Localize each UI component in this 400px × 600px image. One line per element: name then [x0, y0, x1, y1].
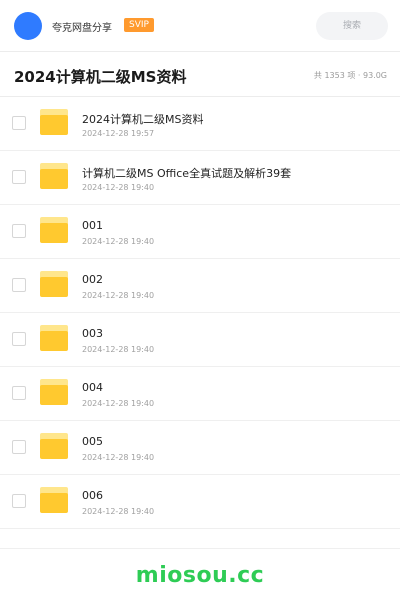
list-item[interactable]: 002 2024-12-28 19:40	[0, 259, 400, 313]
top-bar: 夸克网盘分享 SVIP 搜索	[0, 0, 400, 52]
select-checkbox[interactable]	[12, 494, 26, 508]
file-name[interactable]: 005	[82, 435, 103, 448]
select-checkbox[interactable]	[12, 224, 26, 238]
file-date: 2024-12-28 19:40	[82, 507, 155, 516]
folder-icon	[40, 433, 68, 459]
file-name[interactable]: 2024计算机二级MS资料	[82, 111, 203, 127]
folder-icon	[40, 325, 68, 351]
folder-meta: 共 1353 项 · 93.0G	[313, 71, 387, 80]
select-checkbox[interactable]	[12, 440, 26, 454]
folder-icon	[40, 271, 68, 297]
file-name[interactable]: 计算机二级MS Office全真试题及解析39套	[82, 165, 291, 181]
list-item[interactable]: 计算机二级MS Office全真试题及解析39套 2024-12-28 19:4…	[0, 151, 400, 205]
list-item[interactable]: 006 2024-12-28 19:40	[0, 475, 400, 529]
folder-icon	[40, 379, 68, 405]
svip-badge: SVIP	[124, 18, 154, 32]
list-item[interactable]: 005 2024-12-28 19:40	[0, 421, 400, 475]
file-name[interactable]: 002	[82, 273, 103, 286]
select-checkbox[interactable]	[12, 386, 26, 400]
file-name[interactable]: 004	[82, 381, 103, 394]
file-name[interactable]: 003	[82, 327, 103, 340]
footer: miosou.cc	[0, 548, 400, 600]
file-date: 2024-12-28 19:40	[82, 291, 155, 300]
list-item[interactable]: 004 2024-12-28 19:40	[0, 367, 400, 421]
folder-icon	[40, 109, 68, 135]
select-checkbox[interactable]	[12, 278, 26, 292]
folder-icon	[40, 217, 68, 243]
avatar[interactable]	[14, 12, 42, 40]
file-date: 2024-12-28 19:40	[82, 453, 155, 462]
file-date: 2024-12-28 19:40	[82, 237, 155, 246]
select-checkbox[interactable]	[12, 116, 26, 130]
file-name[interactable]: 006	[82, 489, 103, 502]
file-date: 2024-12-28 19:40	[82, 183, 155, 192]
search-input[interactable]: 搜索	[316, 12, 388, 40]
folder-icon	[40, 487, 68, 513]
select-checkbox[interactable]	[12, 170, 26, 184]
list-item[interactable]: 001 2024-12-28 19:40	[0, 205, 400, 259]
owner-name: 夸克网盘分享	[52, 23, 112, 34]
list-item[interactable]: 003 2024-12-28 19:40	[0, 313, 400, 367]
site-watermark: miosou.cc	[135, 563, 265, 588]
file-list: 2024计算机二级MS资料 2024-12-28 19:57 计算机二级MS O…	[0, 97, 400, 529]
folder-header: 2024计算机二级MS资料 共 1353 项 · 93.0G	[0, 53, 400, 97]
folder-icon	[40, 163, 68, 189]
select-checkbox[interactable]	[12, 332, 26, 346]
file-name[interactable]: 001	[82, 219, 103, 232]
list-item[interactable]: 2024计算机二级MS资料 2024-12-28 19:57	[0, 97, 400, 151]
file-date: 2024-12-28 19:57	[82, 129, 155, 138]
file-date: 2024-12-28 19:40	[82, 345, 155, 354]
page-title: 2024计算机二级MS资料	[14, 68, 187, 86]
file-date: 2024-12-28 19:40	[82, 399, 155, 408]
